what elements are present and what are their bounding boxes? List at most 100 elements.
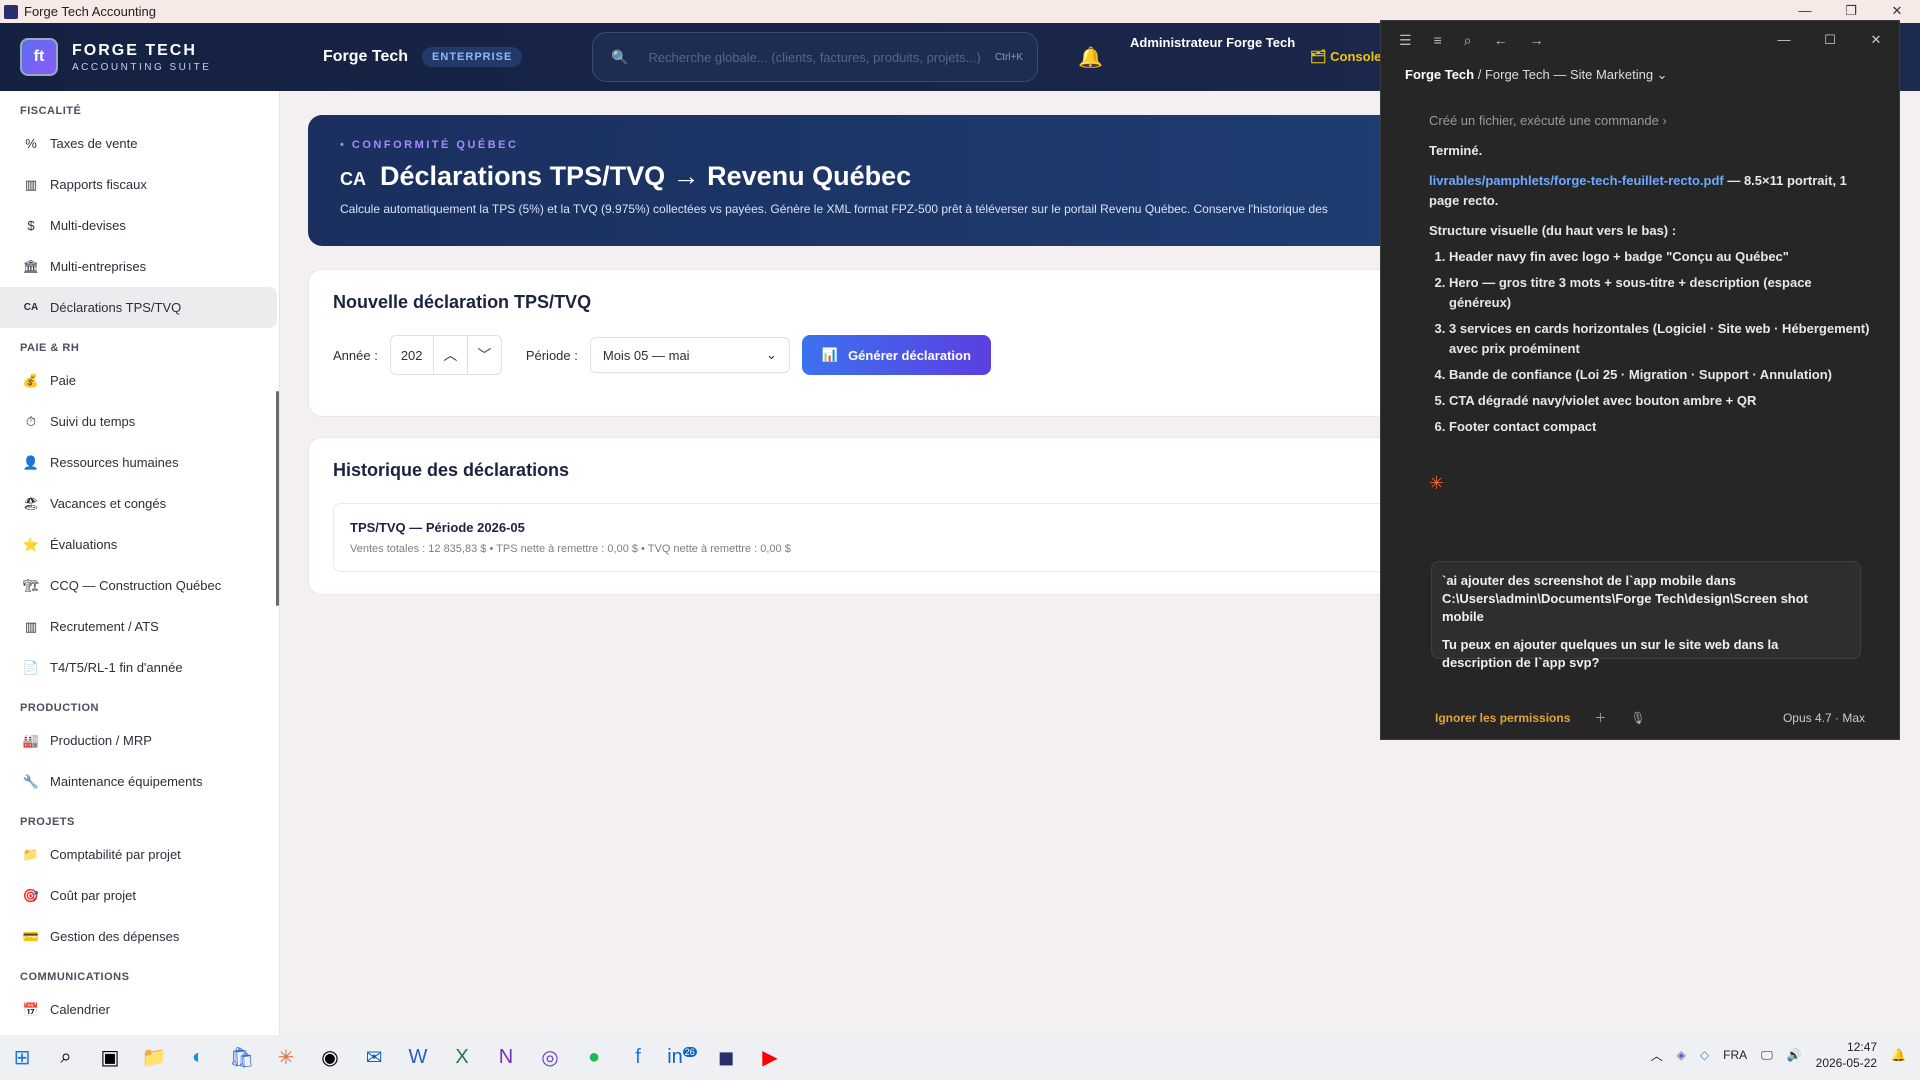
- excel-icon[interactable]: X: [440, 1046, 484, 1069]
- done-text: Terminé.: [1429, 143, 1483, 158]
- file-link[interactable]: livrables/pamphlets/forge-tech-feuillet-…: [1429, 173, 1724, 188]
- sidebar-item[interactable]: 📁 Comptabilité par projet: [0, 834, 279, 875]
- store-icon[interactable]: 🛍: [220, 1045, 264, 1070]
- search-icon[interactable]: ⌕: [1464, 32, 1472, 49]
- search-input[interactable]: Recherche globale... (clients, factures,…: [648, 50, 995, 65]
- network-app-icon[interactable]: ◇: [1700, 1048, 1709, 1062]
- sidebar-item[interactable]: 📅 Calendrier: [0, 989, 279, 1030]
- sidebar-item-label: Vacances et congés: [50, 496, 167, 511]
- panel-close-button[interactable]: ✕: [1853, 21, 1899, 59]
- chevron-up-icon[interactable]: ︿: [432, 335, 467, 375]
- sidebar-item[interactable]: 💳 Gestion des dépenses: [0, 916, 279, 957]
- sidebar-item-label: Paie: [50, 373, 77, 388]
- breadcrumb-root[interactable]: Forge Tech: [1405, 67, 1474, 82]
- facebook-icon[interactable]: f: [616, 1046, 660, 1069]
- generate-declaration-button[interactable]: 📊 Générer déclaration: [801, 335, 991, 375]
- mic-icon[interactable]: 🎙: [1630, 711, 1645, 725]
- onenote-icon[interactable]: N: [484, 1046, 528, 1069]
- year-input[interactable]: 202: [391, 348, 433, 363]
- youtube-icon[interactable]: ▶: [748, 1045, 792, 1070]
- chrome-icon[interactable]: ◉: [308, 1045, 352, 1070]
- list-item: 3 services en cards horizontales (Logici…: [1449, 319, 1875, 359]
- notification-icon[interactable]: 🔔: [1891, 1048, 1906, 1062]
- panel-minimize-button[interactable]: —: [1761, 21, 1807, 59]
- sidebar-item-icon: 📄: [22, 659, 40, 675]
- sidebar-item[interactable]: 🏖 Vacances et congés: [0, 483, 279, 524]
- sidebar-item[interactable]: 🏗 CCQ — Construction Québec: [0, 565, 279, 606]
- sidebar-item[interactable]: % Taxes de vente: [0, 123, 279, 164]
- sidebar-item[interactable]: ▥ Rapports fiscaux: [0, 164, 279, 205]
- chevron-up-icon[interactable]: ︿: [1651, 1047, 1663, 1064]
- sidebar-item[interactable]: 🎯 Coût par projet: [0, 875, 279, 916]
- history-entry[interactable]: TPS/TVQ — Période 2026-05 Ventes totales…: [333, 503, 1383, 572]
- linkedin-icon[interactable]: in 26: [660, 1046, 704, 1069]
- taskbar: ⊞ ⌕ ▣ 📁 ◐ 🛍 ✳ ◉ ✉ W X N ◎ ● f in 26 ◼ ▶ ︿…: [0, 1035, 1920, 1080]
- prompt-input[interactable]: `ai ajouter des screenshot de l`app mobi…: [1431, 561, 1861, 670]
- edge-icon[interactable]: ◐: [176, 1046, 220, 1069]
- model-selector[interactable]: Opus 4.7 · Max: [1783, 711, 1865, 725]
- sidebar-item[interactable]: 👤 Ressources humaines: [0, 442, 279, 483]
- claude-icon[interactable]: ✳: [264, 1045, 308, 1070]
- plus-icon[interactable]: ＋: [1594, 709, 1606, 726]
- app-icon[interactable]: ◎: [528, 1045, 572, 1070]
- volume-icon[interactable]: 🔊: [1787, 1048, 1802, 1062]
- enterprise-badge: ENTERPRISE: [422, 47, 523, 67]
- sidebar-item-label: CCQ — Construction Québec: [50, 578, 222, 593]
- task-view-icon[interactable]: ▣: [88, 1045, 132, 1070]
- year-stepper[interactable]: 202 ︿ ﹀: [389, 335, 502, 375]
- list-item: Hero — gros titre 3 mots + sous-titre + …: [1449, 273, 1875, 313]
- sidebar-item-label: Taxes de vente: [50, 136, 138, 151]
- logo[interactable]: ft FORGE TECH ACCOUNTING SUITE: [20, 38, 290, 76]
- admin-name[interactable]: Administrateur Forge Tech: [1130, 35, 1295, 50]
- console-button[interactable]: 🗂 Console: [1310, 49, 1381, 65]
- brand-name: Forge Tech: [323, 48, 409, 65]
- sidebar-scrollbar[interactable]: [276, 391, 279, 606]
- bell-icon[interactable]: 🔔: [1078, 45, 1103, 70]
- sidebar-item[interactable]: 📄 T4/T5/RL-1 fin d'année: [0, 647, 279, 688]
- sidebar-item[interactable]: 🏛 Multi-entreprises: [0, 246, 279, 287]
- logo-mark-icon: ft: [20, 38, 58, 76]
- forge-tech-app-icon[interactable]: ◼: [704, 1045, 748, 1070]
- forward-arrow-icon[interactable]: →: [1530, 32, 1544, 48]
- sidebar-item[interactable]: 🔧 Maintenance équipements: [0, 761, 279, 802]
- new-declaration-card: Nouvelle déclaration TPS/TVQ Année : 202…: [308, 269, 1408, 417]
- back-arrow-icon[interactable]: ←: [1494, 32, 1508, 48]
- list-icon[interactable]: ≡: [1434, 32, 1442, 48]
- sidebar-item[interactable]: 💰 Paie: [0, 360, 279, 401]
- new-declaration-title: Nouvelle déclaration TPS/TVQ: [333, 292, 592, 312]
- network-icon[interactable]: 🖵: [1761, 1048, 1773, 1063]
- period-select[interactable]: Mois 05 — mai ⌄: [589, 337, 790, 373]
- windows-start-icon[interactable]: ⊞: [0, 1045, 44, 1070]
- sidebar-item[interactable]: ▥ Recrutement / ATS: [0, 606, 279, 647]
- outlook-icon[interactable]: ✉: [352, 1045, 396, 1070]
- app-icon: [4, 4, 18, 19]
- sidebar-item-label: Recrutement / ATS: [50, 619, 159, 634]
- history-entry-title: TPS/TVQ — Période 2026-05: [350, 520, 525, 535]
- activity-summary[interactable]: Créé un fichier, exécuté une commande ›: [1429, 111, 1875, 131]
- chevron-down-icon[interactable]: ﹀: [466, 335, 501, 375]
- search-icon[interactable]: ⌕: [44, 1046, 88, 1069]
- clock[interactable]: 12:47 2026-05-22: [1816, 1039, 1877, 1071]
- sidebar-section-title: COMMUNICATIONS: [20, 971, 130, 983]
- breadcrumb[interactable]: Forge Tech / Forge Tech — Site Marketing…: [1381, 59, 1899, 91]
- file-explorer-icon[interactable]: 📁: [132, 1045, 176, 1070]
- menu-icon[interactable]: ☰: [1399, 32, 1412, 49]
- sidebar-section-title: PRODUCTION: [20, 702, 99, 714]
- spotify-icon[interactable]: ●: [572, 1046, 616, 1069]
- panel-maximize-button[interactable]: ☐: [1807, 21, 1853, 59]
- sidebar-item[interactable]: ⭐ Évaluations: [0, 524, 279, 565]
- sidebar-item[interactable]: $ Multi-devises: [0, 205, 279, 246]
- sidebar-item-icon: ⭐: [22, 536, 40, 552]
- sidebar-item[interactable]: 🏭 Production / MRP: [0, 720, 279, 761]
- ignore-permissions-button[interactable]: Ignorer les permissions: [1435, 711, 1570, 725]
- teams-icon[interactable]: ◈: [1677, 1048, 1686, 1062]
- sidebar-item[interactable]: CA Déclarations TPS/TVQ: [0, 287, 277, 328]
- sidebar-item[interactable]: ⏱ Suivi du temps: [0, 401, 279, 442]
- structure-list: Header navy fin avec logo + badge "Conçu…: [1449, 247, 1875, 437]
- breadcrumb-project[interactable]: / Forge Tech — Site Marketing ⌄: [1474, 67, 1668, 82]
- language-indicator[interactable]: FRA: [1723, 1048, 1747, 1062]
- word-icon[interactable]: W: [396, 1046, 440, 1069]
- list-item: Header navy fin avec logo + badge "Conçu…: [1449, 247, 1875, 267]
- clock-date: 2026-05-22: [1815, 1056, 1878, 1070]
- global-search[interactable]: 🔍 Recherche globale... (clients, facture…: [592, 32, 1038, 82]
